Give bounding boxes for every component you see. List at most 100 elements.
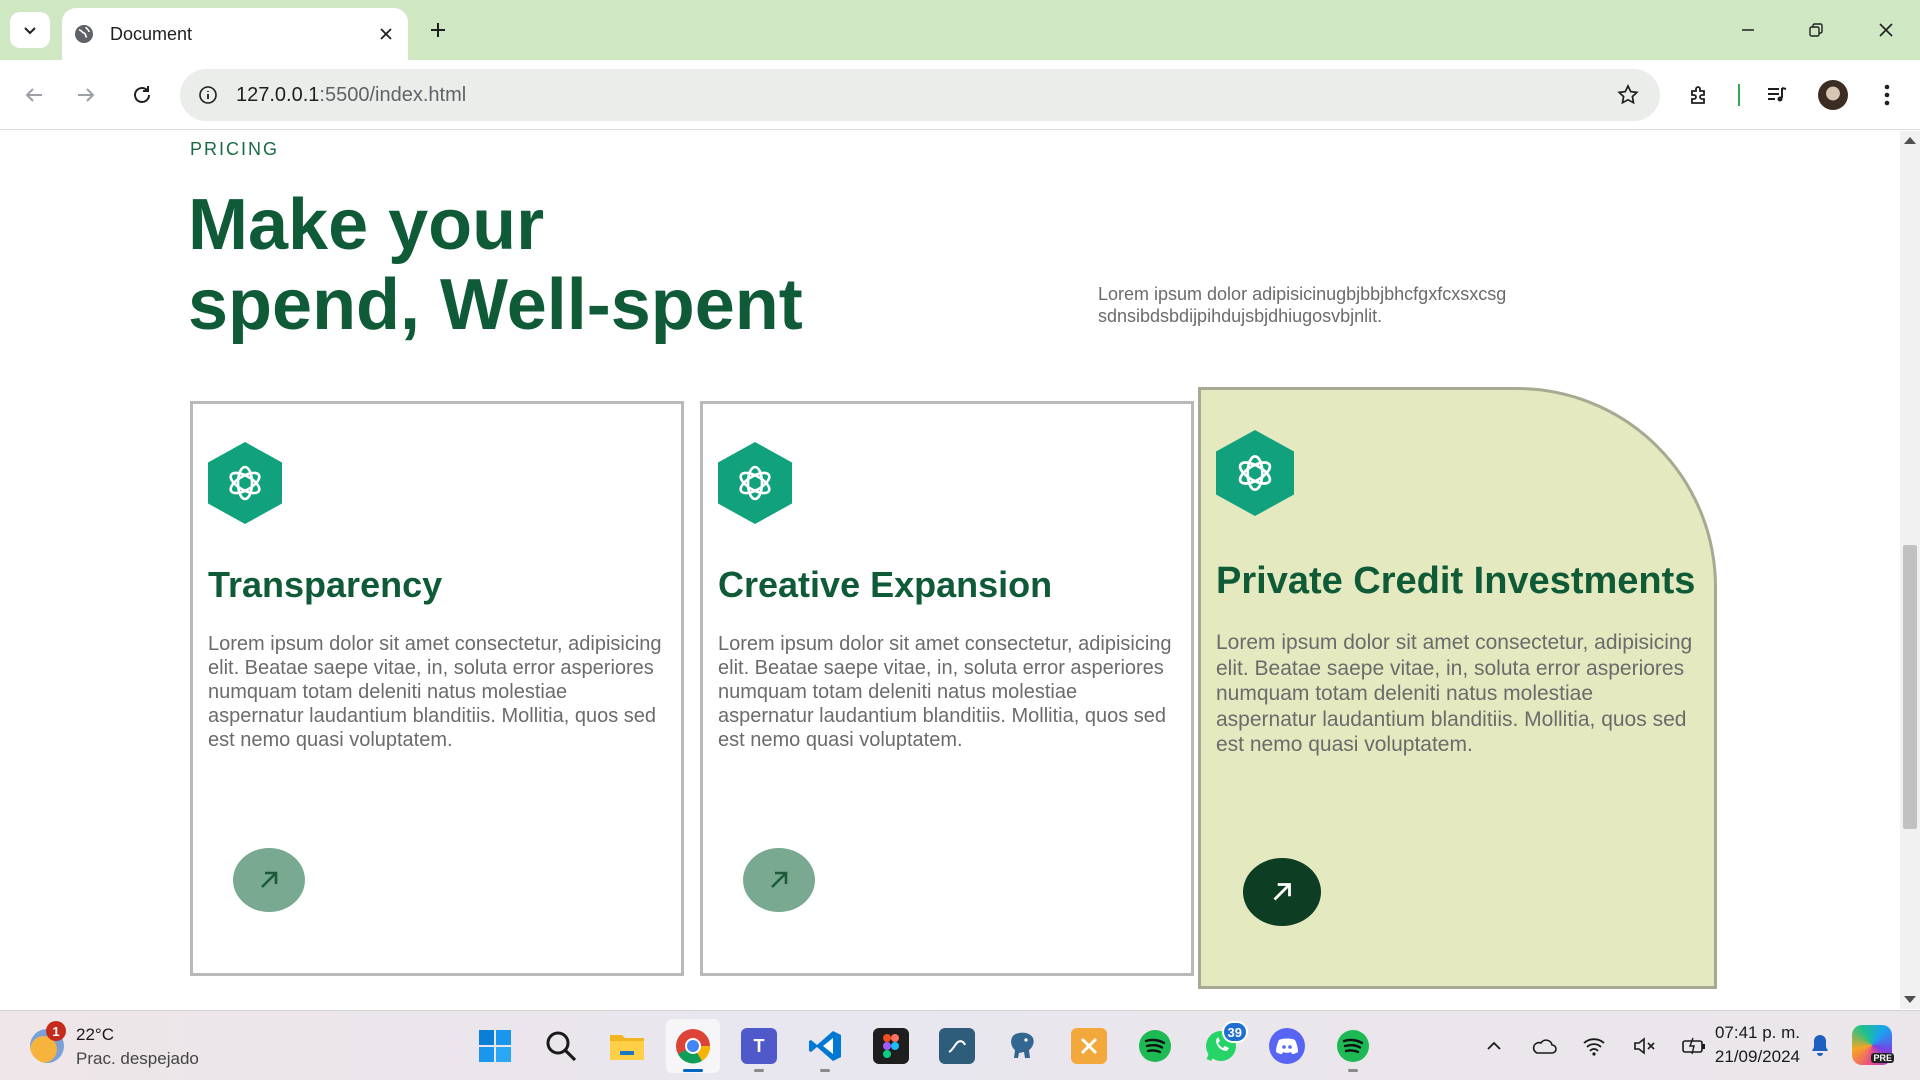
taskbar-postgresql[interactable] — [996, 1019, 1050, 1073]
running-indicator — [683, 1069, 703, 1072]
vscode-icon — [809, 1031, 841, 1061]
taskbar-spotify-2[interactable] — [1326, 1019, 1380, 1073]
new-tab-button[interactable] — [420, 14, 456, 46]
spotify-icon — [1139, 1030, 1171, 1062]
wifi-icon[interactable] — [1578, 1030, 1610, 1062]
close-tab-icon[interactable] — [372, 20, 400, 48]
card-title: Creative Expansion — [718, 564, 1053, 605]
minimize-button[interactable] — [1714, 8, 1782, 52]
card-title: Private Credit Investments — [1216, 560, 1696, 602]
feature-card-private-credit: Private Credit Investments Lorem ipsum d… — [1198, 387, 1717, 989]
bookmark-star-icon[interactable] — [1614, 81, 1642, 109]
discord-icon — [1269, 1028, 1305, 1064]
taskbar-whatsapp[interactable]: 39 — [1194, 1019, 1248, 1073]
taskbar-figma[interactable] — [864, 1019, 918, 1073]
copilot-preview-label: PRE — [1871, 1053, 1894, 1063]
arrow-up-right-icon — [771, 871, 788, 888]
browser-toolbar: 127.0.0.1:5500/index.html — [0, 60, 1920, 130]
close-icon — [1879, 23, 1893, 37]
scroll-down-arrow-icon[interactable] — [1904, 996, 1916, 1003]
system-clock[interactable]: 07:41 p. m. 21/09/2024 — [1690, 1021, 1800, 1069]
openai-logo-icon — [208, 442, 282, 524]
restore-button[interactable] — [1782, 8, 1850, 52]
menu-button[interactable] — [1868, 76, 1906, 114]
site-info-icon[interactable] — [192, 79, 224, 111]
more-vertical-icon — [1884, 84, 1890, 106]
teams-icon: T — [741, 1028, 777, 1064]
section-eyebrow: PRICING — [190, 139, 280, 159]
avatar — [1818, 80, 1848, 110]
spotify-icon — [1337, 1030, 1369, 1062]
scrollbar-thumb[interactable] — [1903, 545, 1917, 829]
page-scrollbar[interactable] — [1900, 131, 1920, 1009]
postgresql-elephant-icon — [1011, 1032, 1034, 1058]
toolbar-divider — [1738, 84, 1740, 106]
reload-button[interactable] — [122, 75, 162, 115]
close-window-button[interactable] — [1852, 8, 1920, 52]
weather-widget[interactable]: 1 22°C Prac. despejado — [26, 1019, 246, 1073]
taskbar-chrome[interactable] — [666, 1019, 720, 1073]
openai-logo-icon — [718, 442, 792, 524]
volume-muted-icon[interactable] — [1628, 1030, 1660, 1062]
taskbar-discord[interactable] — [1260, 1019, 1314, 1073]
card-arrow-button[interactable] — [743, 848, 815, 912]
card-arrow-button[interactable] — [1243, 858, 1321, 926]
extensions-button[interactable] — [1680, 76, 1718, 114]
taskbar-spotify[interactable] — [1128, 1019, 1182, 1073]
page-headline: Make your spend, Well-spent — [188, 185, 888, 345]
taskbar-mysql-workbench[interactable] — [930, 1019, 984, 1073]
tab-search-button[interactable] — [10, 12, 50, 48]
search-button[interactable] — [534, 1019, 588, 1073]
running-indicator — [754, 1069, 764, 1072]
puzzle-icon — [1691, 86, 1705, 104]
lead-line-2: sdnsibdsbdijpihdujsbjdhiugosvbjnlit. — [1098, 306, 1383, 326]
onedrive-cloud-icon[interactable] — [1528, 1030, 1560, 1062]
url-text[interactable]: 127.0.0.1:5500/index.html — [236, 84, 466, 107]
search-icon — [546, 1031, 577, 1062]
figma-icon — [873, 1028, 909, 1064]
minimize-icon — [1742, 29, 1754, 31]
copilot-icon[interactable]: PRE — [1852, 1025, 1894, 1065]
xampp-icon — [1071, 1028, 1107, 1064]
chevron-down-icon — [24, 27, 36, 35]
back-button[interactable] — [14, 75, 54, 115]
page-viewport: PRICING Make your spend, Well-spent Lore… — [0, 131, 1900, 1009]
folder-icon — [610, 1035, 644, 1060]
scroll-up-arrow-icon[interactable] — [1904, 137, 1916, 144]
card-body: Lorem ipsum dolor sit amet consectetur, … — [1216, 631, 1693, 756]
windows-logo-icon — [479, 1030, 511, 1062]
taskbar-teams[interactable]: T — [732, 1019, 786, 1073]
taskbar-xampp[interactable] — [1062, 1019, 1116, 1073]
system-tray — [1478, 1029, 1710, 1063]
taskbar-file-explorer[interactable] — [600, 1019, 654, 1073]
browser-tab-bar: Document — [0, 0, 1920, 60]
address-bar[interactable]: 127.0.0.1:5500/index.html — [180, 69, 1660, 121]
running-indicator — [820, 1069, 830, 1072]
weather-badge: 1 — [46, 1021, 66, 1041]
url-host: 127.0.0.1 — [236, 84, 320, 106]
restore-icon — [1809, 23, 1823, 37]
globe-icon — [72, 22, 96, 46]
arrow-left-icon — [25, 88, 42, 102]
media-control-button[interactable] — [1758, 76, 1796, 114]
clock-time: 07:41 p. m. — [1714, 1023, 1800, 1042]
arrow-right-icon — [78, 88, 95, 102]
forward-button[interactable] — [66, 75, 106, 115]
tab-title: Document — [110, 23, 193, 44]
chrome-icon — [676, 1029, 711, 1064]
feature-card-transparency: Transparency Lorem ipsum dolor sit amet … — [190, 401, 684, 976]
profile-button[interactable] — [1814, 76, 1852, 114]
reload-icon — [134, 86, 150, 103]
taskbar-vscode[interactable] — [798, 1019, 852, 1073]
url-path: :5500/index.html — [319, 84, 467, 106]
card-arrow-button[interactable] — [233, 848, 305, 912]
feature-card-creative-expansion: Creative Expansion Lorem ipsum dolor sit… — [700, 401, 1194, 976]
start-button[interactable] — [468, 1019, 522, 1073]
tray-overflow-chevron-icon[interactable] — [1478, 1030, 1510, 1062]
lead-paragraph: Lorem ipsum dolor adipisicinugbjbbjbhcfg… — [1098, 283, 1598, 327]
headline-line-2: spend, Well-spent — [188, 265, 803, 345]
lead-line-1: Lorem ipsum dolor adipisicinugbjbbjbhcfg… — [1098, 284, 1507, 304]
mysql-workbench-icon — [939, 1028, 975, 1064]
notifications-bell-icon[interactable] — [1804, 1029, 1836, 1061]
browser-tab[interactable]: Document — [62, 8, 408, 60]
